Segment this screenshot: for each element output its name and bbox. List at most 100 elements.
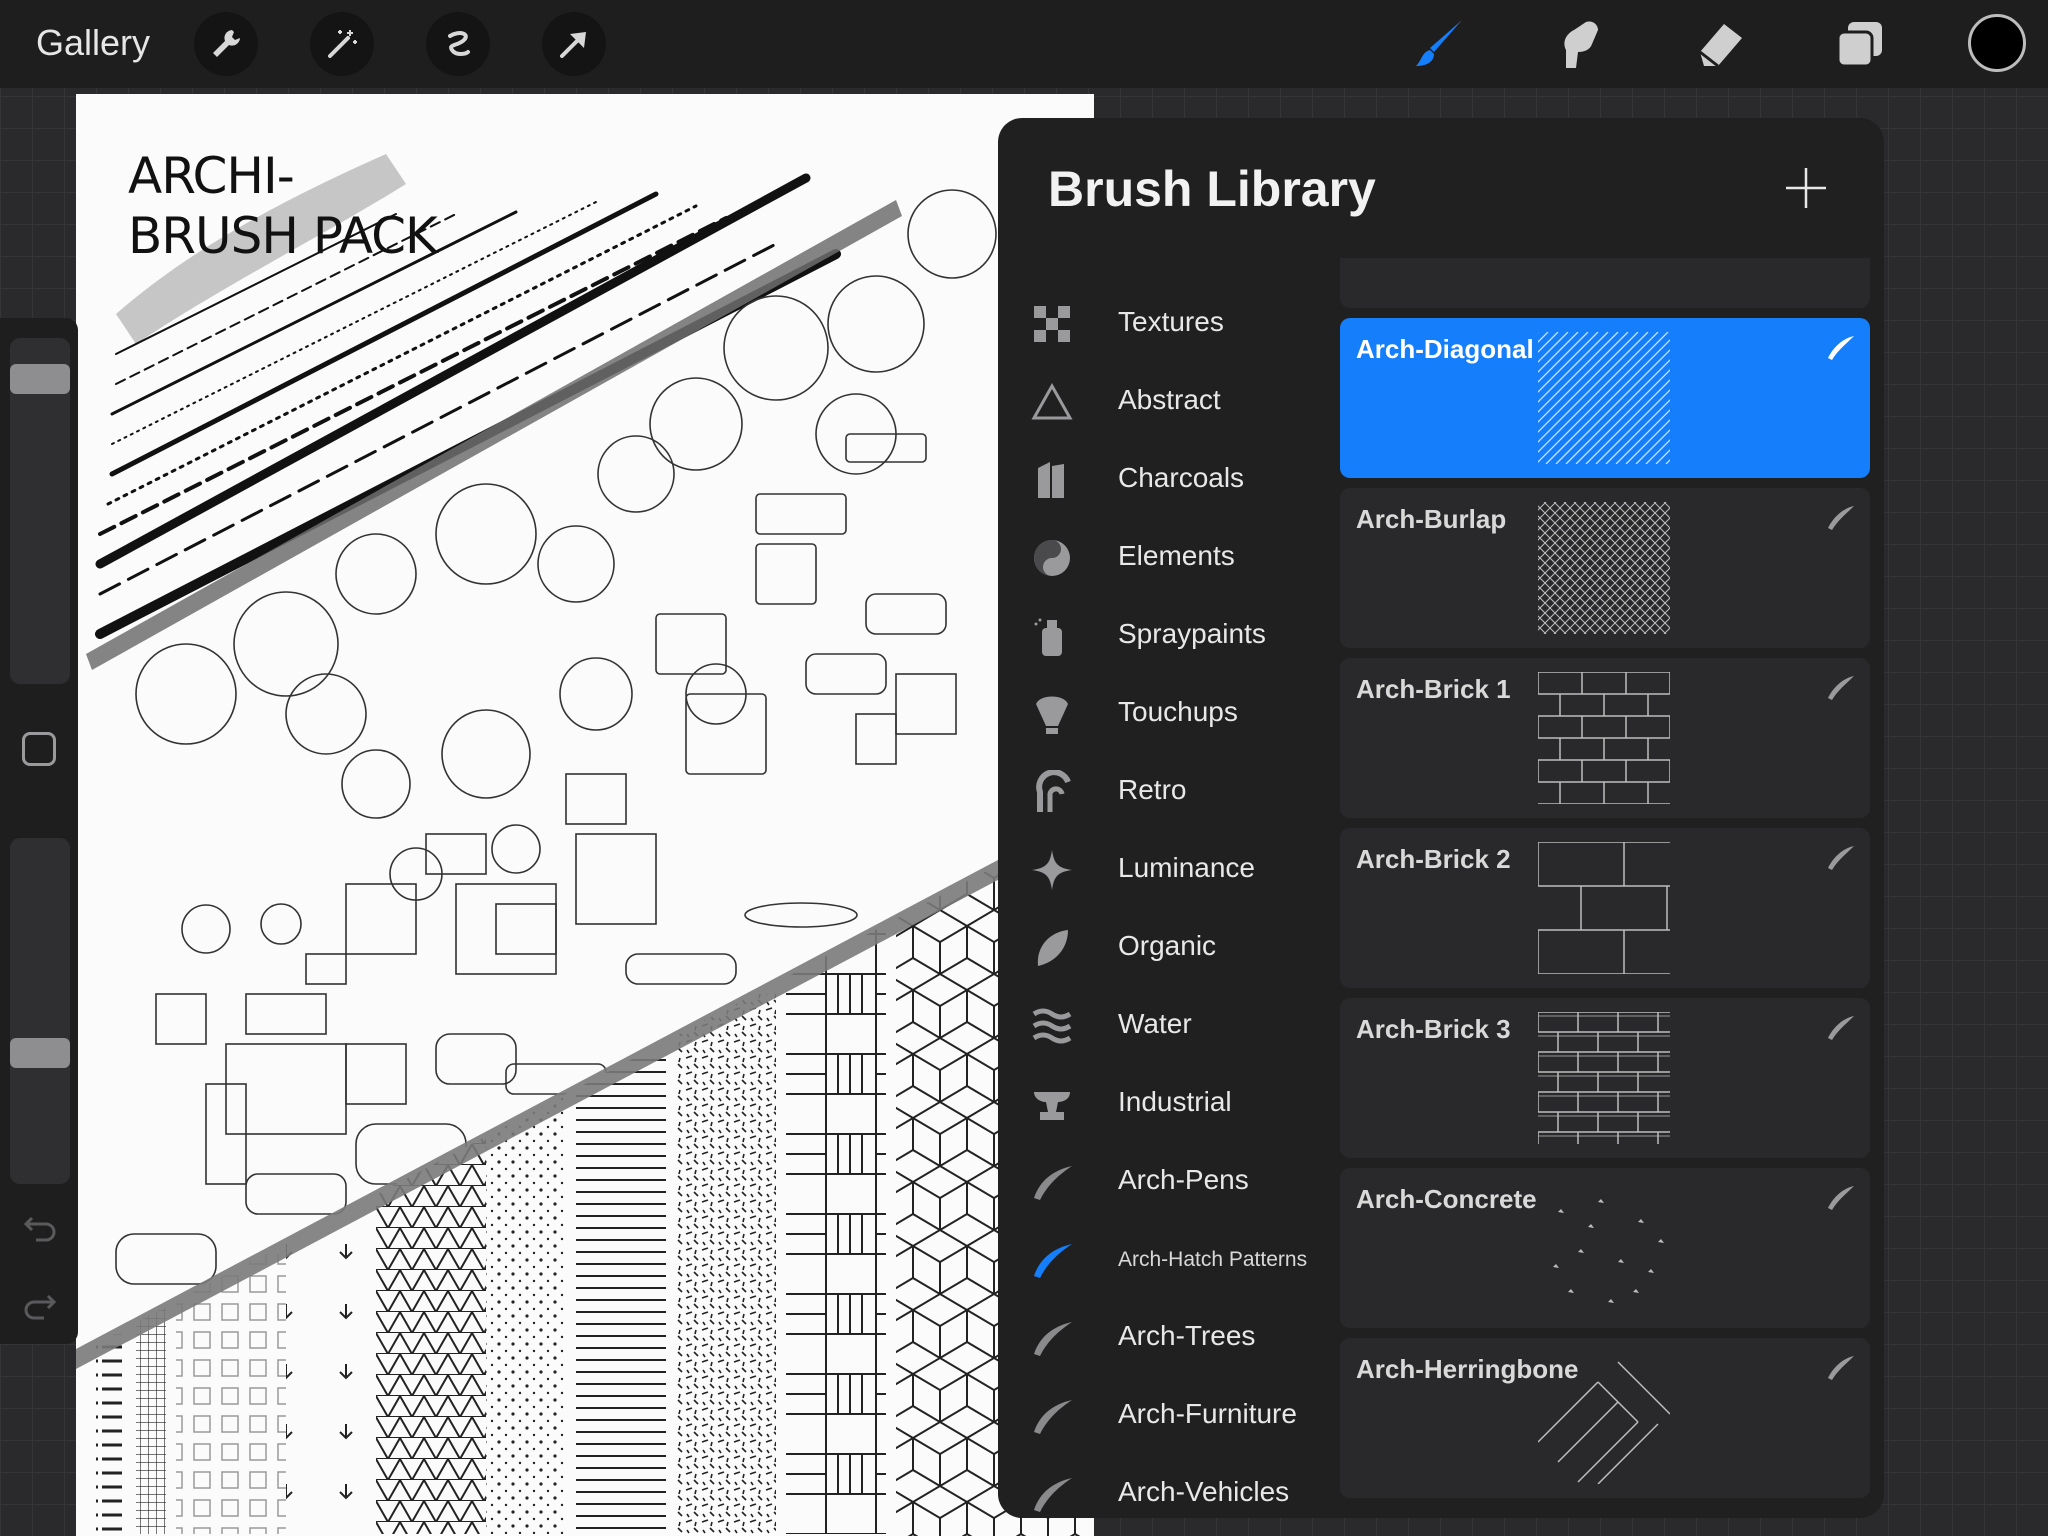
brush-stroke-icon — [1828, 336, 1854, 360]
brush-icon — [1416, 20, 1462, 66]
brush-arch-brick-2[interactable]: Arch-Brick 2 — [1340, 828, 1870, 988]
brush-set-label: Arch-Hatch Patterns — [1118, 1248, 1308, 1271]
brush-set-touchups[interactable]: Touchups — [998, 678, 1328, 750]
brush-set-label: Arch-Pens — [1118, 1164, 1249, 1195]
brush-stroke-icon — [1828, 506, 1854, 530]
brush-size-thumb[interactable] — [10, 363, 70, 394]
brush-arch-burlap[interactable]: Arch-Burlap — [1340, 488, 1870, 648]
brush-set-textures[interactable]: Textures — [998, 288, 1328, 360]
top-toolbar: Gallery — [0, 0, 2048, 88]
checker-icon — [1034, 306, 1070, 342]
left-sidebar — [0, 318, 78, 1344]
brush-set-arch-furniture[interactable]: Arch-Furniture — [998, 1380, 1328, 1452]
brush-set-elements[interactable]: Elements — [998, 522, 1328, 594]
brush-set-label: Retro — [1118, 774, 1187, 805]
brush-set-label: Spraypaints — [1118, 618, 1266, 649]
brush-set-abstract[interactable]: Abstract — [998, 366, 1328, 438]
brush-set-arch-hatch-patterns[interactable]: Arch-Hatch Patterns — [998, 1224, 1328, 1296]
selection-icon — [448, 31, 470, 56]
undo-icon[interactable] — [22, 1210, 58, 1246]
layers-icon — [1836, 22, 1882, 68]
brush-set-arch-vehicles[interactable]: Arch-Vehicles — [998, 1458, 1328, 1518]
brush-stroke-icon — [1828, 1356, 1854, 1380]
sparkle-icon — [1032, 850, 1072, 890]
eraser-tool-button[interactable] — [1690, 14, 1750, 74]
brush-set-arch-trees[interactable]: Arch-Trees — [998, 1302, 1328, 1374]
brush-set-label: Touchups — [1118, 696, 1238, 727]
brush-arch-diagonal[interactable]: Arch-Diagonal — [1340, 318, 1870, 478]
smudge-icon — [1564, 21, 1598, 68]
brush-preview — [1538, 332, 1670, 464]
brush-stroke-icon — [1034, 1322, 1072, 1356]
brush-list: Arch-Diagonal Arch-Burlap Arch-Brick 1 Arch… — [1340, 258, 1870, 1518]
brush-preview — [1538, 672, 1670, 804]
brush-stroke-icon — [1828, 1186, 1854, 1210]
brush-preview — [1553, 1199, 1664, 1303]
eraser-icon — [1699, 24, 1742, 68]
transform-button[interactable] — [542, 12, 606, 76]
panel-title: Brush Library — [1048, 161, 1376, 217]
transform-arrow-icon — [560, 32, 586, 58]
canvas-title-line1: ARCHI- — [128, 147, 295, 205]
selection-button[interactable] — [426, 12, 490, 76]
brush-arch-concrete[interactable]: Arch-Concrete — [1340, 1168, 1870, 1328]
brush-name: Arch-Diagonal — [1356, 334, 1534, 364]
brush-set-arch-pens[interactable]: Arch-Pens — [998, 1146, 1328, 1218]
brush-stroke-icon — [1828, 676, 1854, 700]
layers-button[interactable] — [1830, 14, 1890, 74]
canvas-title-line2: BRUSH PACK — [128, 207, 438, 265]
brush-set-water[interactable]: Water — [998, 990, 1328, 1062]
brush-size-slider[interactable] — [10, 338, 70, 684]
brush-set-charcoals[interactable]: Charcoals — [998, 444, 1328, 516]
adjustments-button[interactable] — [310, 12, 374, 76]
brush-arch-brick-1[interactable]: Arch-Brick 1 — [1340, 658, 1870, 818]
drawing-canvas[interactable]: ARCHI- BRUSH PACK — [76, 94, 1094, 1536]
brush-set-label: Arch-Vehicles — [1118, 1476, 1290, 1507]
brush-stroke-icon — [1828, 846, 1854, 870]
brush-set-industrial[interactable]: Industrial — [998, 1068, 1328, 1140]
brush-set-label: Elements — [1118, 540, 1235, 571]
brush-item[interactable] — [1340, 258, 1870, 308]
brush-arch-brick-3[interactable]: Arch-Brick 3 — [1340, 998, 1870, 1158]
brush-name: Arch-Herringbone — [1356, 1354, 1579, 1384]
wrench-icon — [213, 30, 240, 57]
brush-set-label: Organic — [1118, 930, 1217, 961]
add-brush-button[interactable] — [1784, 166, 1828, 210]
brush-preview — [1538, 502, 1670, 634]
yin-yang-icon — [1034, 540, 1070, 576]
brush-set-luminance[interactable]: Luminance — [998, 834, 1328, 906]
brush-set-label: Arch-Furniture — [1118, 1398, 1297, 1429]
brush-set-label: Charcoals — [1118, 462, 1245, 493]
brush-preview — [1538, 1012, 1670, 1144]
brush-stroke-icon — [1034, 1400, 1072, 1434]
brush-set-retro[interactable]: Retro — [998, 756, 1328, 828]
triangle-icon — [1031, 382, 1073, 420]
brush-tool-button[interactable] — [1410, 14, 1470, 74]
brush-set-label: Luminance — [1118, 852, 1255, 883]
canvas-artwork — [76, 154, 1094, 1536]
modify-button[interactable] — [22, 732, 56, 766]
gallery-button[interactable]: Gallery — [36, 22, 150, 64]
brush-library-panel: Brush Library Textures Abstract Charcoals E… — [998, 118, 1884, 1518]
waves-icon — [1032, 1008, 1072, 1044]
redo-icon[interactable] — [22, 1288, 58, 1324]
brush-set-organic[interactable]: Organic — [998, 912, 1328, 984]
brush-stroke-icon — [1034, 1244, 1072, 1278]
brush-name: Arch-Brick 1 — [1356, 674, 1511, 704]
brush-stroke-icon — [1034, 1166, 1072, 1200]
leaf-icon — [1037, 930, 1068, 966]
actions-button[interactable] — [194, 12, 258, 76]
brush-set-spraypaints[interactable]: Spraypaints — [998, 600, 1328, 672]
brush-set-label: Industrial — [1118, 1086, 1232, 1117]
brush-set-label: Arch-Trees — [1118, 1320, 1256, 1351]
brush-stroke-icon — [1828, 1016, 1854, 1040]
brush-preview — [1538, 842, 1670, 974]
color-picker-button[interactable] — [1968, 14, 2026, 72]
anvil-icon — [1034, 1092, 1070, 1120]
smudge-tool-button[interactable] — [1550, 14, 1610, 74]
shell-icon — [1036, 696, 1068, 734]
brush-opacity-thumb[interactable] — [10, 1037, 70, 1068]
canvas-title: ARCHI- BRUSH PACK — [128, 146, 438, 266]
brush-arch-herringbone[interactable]: Arch-Herringbone — [1340, 1338, 1870, 1498]
brush-opacity-slider[interactable] — [10, 838, 70, 1184]
